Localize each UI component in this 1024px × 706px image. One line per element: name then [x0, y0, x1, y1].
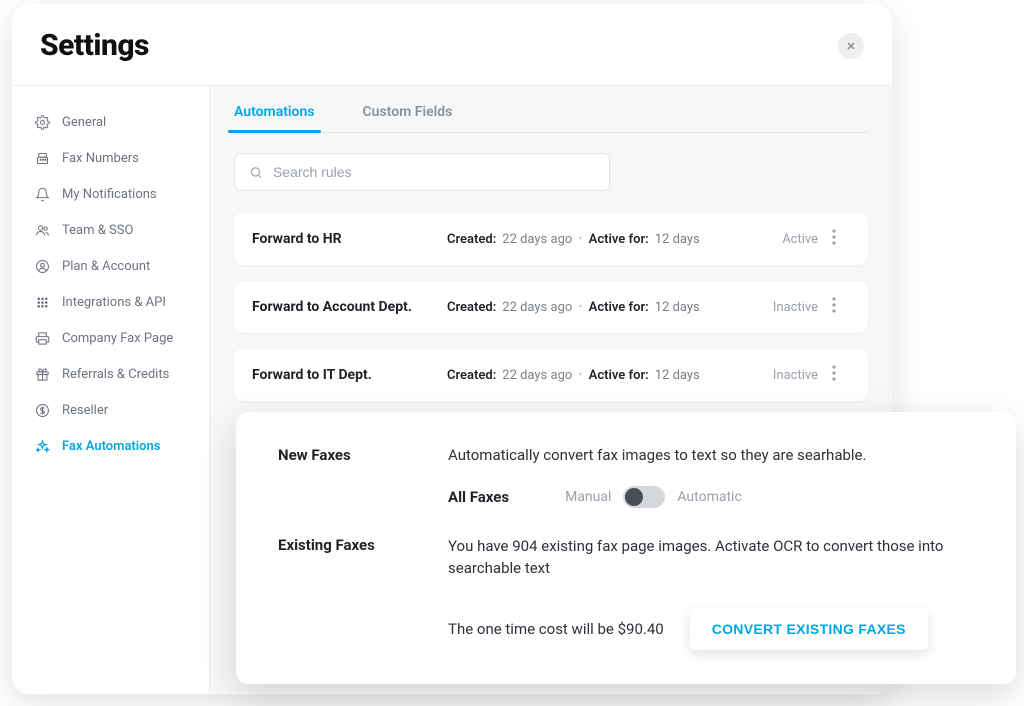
tab-custom-fields[interactable]: Custom Fields: [363, 104, 453, 132]
sidebar-item-label: Referrals & Credits: [62, 368, 169, 381]
rule-row: Forward to IT Dept. Created: 22 days ago…: [234, 349, 868, 401]
search-field[interactable]: [234, 153, 610, 191]
sidebar-item-label: My Notifications: [62, 188, 157, 201]
users-icon: [34, 222, 50, 238]
rule-status: Inactive: [773, 368, 818, 383]
sidebar-item-label: Integrations & API: [62, 296, 166, 309]
sidebar-item-label: Company Fax Page: [62, 332, 173, 345]
rule-meta: Created: 22 days ago • Active for: 12 da…: [447, 368, 773, 383]
ocr-panel: New Faxes Automatically convert fax imag…: [236, 412, 1016, 684]
sidebar: General Fax Numbers My Notifications Tea…: [12, 86, 210, 693]
more-vertical-icon: [832, 365, 836, 381]
close-button[interactable]: [838, 33, 864, 59]
sidebar-item-label: Plan & Account: [62, 260, 150, 273]
sidebar-item-referrals[interactable]: Referrals & Credits: [12, 356, 209, 392]
sidebar-item-general[interactable]: General: [12, 104, 209, 140]
rule-name: Forward to IT Dept.: [252, 367, 447, 383]
rule-name: Forward to Account Dept.: [252, 299, 447, 315]
sidebar-item-company-fax-page[interactable]: Company Fax Page: [12, 320, 209, 356]
more-vertical-icon: [832, 297, 836, 313]
sidebar-item-label: Reseller: [62, 404, 108, 417]
ocr-mode-toggle[interactable]: [623, 486, 665, 508]
sidebar-item-reseller[interactable]: Reseller: [12, 392, 209, 428]
rule-more-menu[interactable]: [832, 365, 850, 385]
dollar-icon: [34, 402, 50, 418]
sidebar-item-label: Team & SSO: [62, 224, 133, 237]
rule-row: Forward to Account Dept. Created: 22 day…: [234, 281, 868, 333]
page-title: Settings: [40, 28, 149, 63]
user-circle-icon: [34, 258, 50, 274]
rule-status: Inactive: [773, 300, 818, 315]
fax-icon: [34, 150, 50, 166]
sidebar-item-integrations[interactable]: Integrations & API: [12, 284, 209, 320]
new-faxes-label: New Faxes: [278, 446, 448, 536]
close-icon: [845, 40, 857, 52]
printer-icon: [34, 330, 50, 346]
cost-text: The one time cost will be $90.40: [448, 620, 664, 638]
all-faxes-row: All Faxes Manual Automatic: [448, 486, 974, 508]
tab-automations[interactable]: Automations: [234, 104, 315, 132]
sidebar-item-plan-account[interactable]: Plan & Account: [12, 248, 209, 284]
new-faxes-description: Automatically convert fax images to text…: [448, 446, 974, 464]
gift-icon: [34, 366, 50, 382]
rule-row: Forward to HR Created: 22 days ago • Act…: [234, 213, 868, 265]
rule-meta: Created: 22 days ago • Active for: 12 da…: [447, 300, 773, 315]
sidebar-item-team-sso[interactable]: Team & SSO: [12, 212, 209, 248]
sidebar-item-label: General: [62, 116, 106, 129]
sidebar-item-notifications[interactable]: My Notifications: [12, 176, 209, 212]
existing-faxes-label: Existing Faxes: [278, 536, 448, 650]
grid-icon: [34, 294, 50, 310]
toggle-label-manual: Manual: [565, 489, 611, 505]
header: Settings: [12, 4, 892, 85]
rule-more-menu[interactable]: [832, 229, 850, 249]
sidebar-item-label: Fax Automations: [62, 440, 160, 453]
sidebar-item-label: Fax Numbers: [62, 152, 139, 165]
existing-faxes-description: You have 904 existing fax page images. A…: [448, 536, 974, 580]
convert-existing-button[interactable]: CONVERT EXISTING FAXES: [690, 608, 928, 650]
sidebar-item-fax-automations[interactable]: Fax Automations: [12, 428, 209, 464]
rule-name: Forward to HR: [252, 231, 447, 247]
rules-list: Forward to HR Created: 22 days ago • Act…: [234, 213, 868, 401]
more-vertical-icon: [832, 229, 836, 245]
sidebar-item-fax-numbers[interactable]: Fax Numbers: [12, 140, 209, 176]
all-faxes-label: All Faxes: [448, 488, 509, 506]
rule-meta: Created: 22 days ago • Active for: 12 da…: [447, 232, 782, 247]
bell-icon: [34, 186, 50, 202]
toggle-label-automatic: Automatic: [677, 489, 741, 505]
rule-status: Active: [782, 232, 818, 247]
search-icon: [249, 165, 263, 180]
search-input[interactable]: [273, 164, 595, 180]
rule-more-menu[interactable]: [832, 297, 850, 317]
gear-icon: [34, 114, 50, 130]
tabs: Automations Custom Fields: [234, 86, 868, 133]
sparkles-icon: [34, 438, 50, 454]
